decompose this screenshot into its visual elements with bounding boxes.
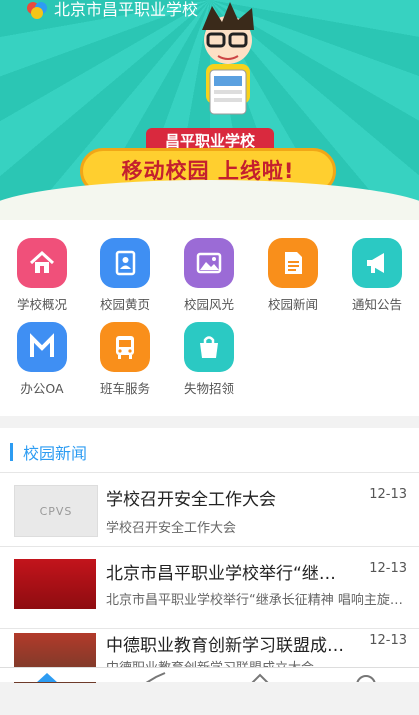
- bus-icon: [100, 322, 150, 372]
- news-title: 学校召开安全工作大会: [106, 490, 276, 510]
- image-icon: [184, 238, 234, 288]
- news-thumbnail: [14, 559, 96, 609]
- menu-item-campus-news[interactable]: 校园新闻: [251, 238, 335, 313]
- menu-label: 校园风光: [183, 297, 234, 312]
- news-title: 中德职业教育创新学习联盟成立大会: [106, 636, 346, 656]
- news-date: 12-13: [369, 633, 407, 648]
- news-date: 12-13: [369, 487, 407, 502]
- menu-item-office-oa[interactable]: 办公OA: [0, 322, 84, 397]
- menu-item-shuttle-bus[interactable]: 班车服务: [83, 322, 167, 397]
- function-grid: 学校概况 校园黄页 校园风光 校园新闻 通知公告 办公OA 班车服务 失物招领: [0, 220, 419, 416]
- menu-label: 班车服务: [99, 381, 150, 396]
- menu-item-lost-and-found[interactable]: 失物招领: [167, 322, 251, 397]
- menu-label: 学校概况: [16, 297, 67, 312]
- school-logo-icon: [27, 2, 47, 19]
- office-m-icon: [17, 322, 67, 372]
- school-name: 北京市昌平职业学校: [54, 0, 199, 19]
- tab-profile-icon[interactable]: [356, 675, 376, 682]
- bottom-tab-bar: [0, 667, 419, 682]
- bag-icon: [184, 322, 234, 372]
- menu-label: 校园黄页: [99, 297, 150, 312]
- megaphone-icon: [352, 238, 402, 288]
- home-icon: [17, 238, 67, 288]
- menu-item-school-overview[interactable]: 学校概况: [0, 238, 84, 313]
- news-date: 12-13: [369, 561, 407, 576]
- news-section: 校园新闻 CPVS 学校召开安全工作大会 12-13 学校召开安全工作大会 北京…: [0, 428, 419, 683]
- news-item[interactable]: 北京市昌平职业学校举行“继承长征精神 唱响主旋律”合唱比赛 12-13 北京市昌…: [0, 546, 419, 633]
- menu-item-campus-scenery[interactable]: 校园风光: [167, 238, 251, 313]
- menu-label: 通知公告: [351, 297, 402, 312]
- top-bar: 北京市昌平职业学校: [0, 0, 419, 24]
- banner-cloud-decoration: [0, 180, 419, 220]
- thumbnail-logo-text: CPVS: [39, 504, 73, 518]
- menu-label: 校园新闻: [267, 297, 318, 312]
- news-summary: 学校召开安全工作大会: [106, 521, 237, 536]
- contacts-book-icon: [100, 238, 150, 288]
- menu-label: 办公OA: [20, 381, 64, 396]
- news-thumbnail: CPVS: [14, 485, 98, 537]
- menu-item-yellow-pages[interactable]: 校园黄页: [83, 238, 167, 313]
- news-title: 北京市昌平职业学校举行“继承长征精神 唱响主旋律”合唱比赛: [106, 564, 346, 584]
- news-summary: 北京市昌平职业学校举行“继承长征精神 唱响主旋律”合唱比赛: [106, 593, 406, 608]
- promo-banner[interactable]: 昌平职业学校 移动校园 上线啦!: [0, 0, 419, 220]
- news-section-header[interactable]: 校园新闻: [10, 440, 87, 464]
- section-accent-bar: [10, 443, 13, 461]
- news-section-title: 校园新闻: [23, 444, 88, 463]
- menu-item-announcements[interactable]: 通知公告: [335, 238, 419, 313]
- document-icon: [268, 238, 318, 288]
- menu-label: 失物招领: [183, 381, 234, 396]
